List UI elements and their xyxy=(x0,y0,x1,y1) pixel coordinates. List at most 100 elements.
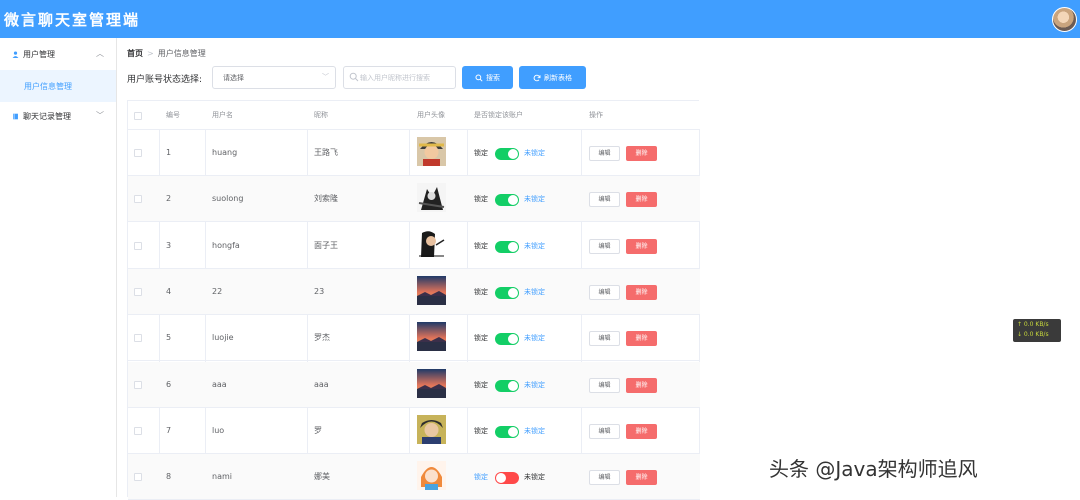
row-checkbox[interactable] xyxy=(134,426,142,435)
search-button[interactable]: 搜索 xyxy=(462,66,513,89)
lock-toggle[interactable] xyxy=(495,148,519,160)
lock-toggle[interactable] xyxy=(495,286,519,299)
status-select[interactable]: 请选择 ﹀ xyxy=(212,66,336,89)
cell-id: 3 xyxy=(166,240,172,250)
table-header: 编号 用户名 昵称 用户头像 是否锁定该账户 操作 xyxy=(128,101,700,130)
cell-nickname: 罗 xyxy=(314,425,322,435)
unlock-label: 未锁定 xyxy=(524,334,545,343)
app-title: 微言聊天室管理端 xyxy=(4,11,141,29)
book-icon xyxy=(13,113,18,120)
cell-nickname: 王路飞 xyxy=(314,148,338,157)
download-speed: ↓ 0.0 KB/s xyxy=(1017,331,1049,338)
user-table: 编号 用户名 昵称 用户头像 是否锁定该账户 操作 1 huang 王路飞 锁定 未锁定… xyxy=(127,100,700,500)
delete-button[interactable]: 删除 xyxy=(626,192,657,208)
lock-toggle[interactable] xyxy=(495,194,519,207)
edit-button[interactable]: 编辑 xyxy=(589,192,620,208)
sidebar-item-user-info-label: 用户信息管理 xyxy=(24,82,72,91)
toggle-knob xyxy=(508,426,518,437)
edit-button[interactable]: 编辑 xyxy=(589,284,620,300)
cell-nickname: 23 xyxy=(314,286,325,296)
status-filter-label: 用户账号状态选择: xyxy=(127,75,203,85)
search-input[interactable] xyxy=(360,70,454,85)
column-header-id: 编号 xyxy=(166,111,180,119)
user-avatar[interactable] xyxy=(1052,7,1077,32)
delete-button[interactable]: 删除 xyxy=(626,470,657,486)
row-checkbox[interactable] xyxy=(134,334,142,343)
top-header: 微言聊天室管理端 xyxy=(0,0,1080,38)
row-checkbox[interactable] xyxy=(134,195,142,204)
row-checkbox[interactable] xyxy=(134,473,142,482)
lock-toggle[interactable] xyxy=(495,472,519,485)
edit-button[interactable]: 编辑 xyxy=(589,331,620,347)
select-all-checkbox[interactable] xyxy=(134,112,142,120)
delete-button[interactable]: 删除 xyxy=(626,284,657,300)
lock-toggle[interactable] xyxy=(495,240,519,253)
breadcrumb: 首页 > 用户信息管理 xyxy=(127,48,206,59)
edit-button[interactable]: 编辑 xyxy=(589,238,620,254)
delete-button[interactable]: 删除 xyxy=(626,146,657,161)
edit-button[interactable]: 编辑 xyxy=(589,470,620,486)
status-select-value: 请选择 xyxy=(223,74,244,82)
cell-nickname: aaa xyxy=(314,379,329,389)
table-row: 7 luo 罗 锁定 未锁定 编辑 删除 xyxy=(128,408,700,454)
unlock-label: 未锁定 xyxy=(524,195,545,204)
delete-button[interactable]: 删除 xyxy=(626,377,657,393)
user-icon xyxy=(12,51,19,58)
cell-id: 2 xyxy=(166,194,172,204)
menu-chat-records[interactable]: 聊天记录管理 ﹀ xyxy=(0,102,116,132)
cell-id: 1 xyxy=(166,148,172,157)
cell-username: luo xyxy=(212,425,225,435)
unlock-label: 未锁定 xyxy=(524,149,545,157)
delete-button[interactable]: 删除 xyxy=(626,423,657,439)
lock-label: 锁定 xyxy=(474,287,488,296)
cell-username: suolong xyxy=(212,194,244,204)
breadcrumb-current: 用户信息管理 xyxy=(157,49,206,58)
watermark: 头条 @Java架构师追风 xyxy=(769,457,978,481)
toggle-knob xyxy=(508,334,518,345)
search-field[interactable] xyxy=(343,66,456,89)
cell-username: 22 xyxy=(212,286,223,296)
table-row: 8 nami 娜美 锁定 未锁定 编辑 删除 xyxy=(128,454,700,500)
lock-toggle[interactable] xyxy=(495,425,519,438)
table-row: 2 suolong 刘索隆 锁定 未锁定 编辑 删除 xyxy=(128,176,700,223)
column-header-username: 用户名 xyxy=(212,111,233,119)
breadcrumb-home[interactable]: 首页 xyxy=(127,49,143,58)
cell-id: 4 xyxy=(166,286,172,296)
sunset-avatar xyxy=(417,322,446,352)
cell-username: huang xyxy=(212,148,238,157)
cell-id: 7 xyxy=(166,425,172,435)
unlock-label: 未锁定 xyxy=(524,426,545,435)
lock-toggle[interactable] xyxy=(495,379,519,392)
row-checkbox[interactable] xyxy=(134,380,142,389)
network-speed-widget: ↑ 0.0 KB/s ↓ 0.0 KB/s xyxy=(1013,319,1061,342)
chevron-up-icon: ︿ xyxy=(96,49,104,58)
refresh-table-button[interactable]: 刷新表格 xyxy=(519,66,586,89)
table-row: 3 hongfa 面子王 锁定 未锁定 编辑 删除 xyxy=(128,223,700,269)
toggle-knob xyxy=(508,195,518,206)
table-row: 1 huang 王路飞 锁定 未锁定 编辑 删除 xyxy=(128,130,700,176)
upload-speed: ↑ 0.0 KB/s xyxy=(1017,321,1049,328)
sidebar-item-user-info[interactable]: 用户信息管理 xyxy=(0,70,116,102)
unlock-label: 未锁定 xyxy=(524,241,545,250)
cell-nickname: 刘索隆 xyxy=(314,194,338,204)
lock-label: 锁定 xyxy=(474,473,488,482)
cell-id: 8 xyxy=(166,472,172,482)
table-row: 4 22 23 锁定 未锁定 编辑 删除 xyxy=(128,268,700,315)
delete-button[interactable]: 删除 xyxy=(626,331,657,347)
edit-button[interactable]: 编辑 xyxy=(589,377,620,393)
row-checkbox[interactable] xyxy=(134,287,142,296)
edit-button[interactable]: 编辑 xyxy=(589,423,620,439)
toggle-knob xyxy=(508,149,518,159)
table-row: 5 luojie 罗杰 锁定 未锁定 编辑 删除 xyxy=(128,315,700,362)
row-checkbox[interactable] xyxy=(134,149,142,157)
breadcrumb-separator: > xyxy=(147,49,154,58)
cell-username: nami xyxy=(212,472,232,482)
menu-user-management[interactable]: 用户管理 ︿ xyxy=(0,40,116,70)
anime-avatar-3 xyxy=(417,229,446,259)
row-checkbox[interactable] xyxy=(134,241,142,250)
refresh-button-label: 刷新表格 xyxy=(544,73,572,82)
edit-button[interactable]: 编辑 xyxy=(589,146,620,161)
lock-label: 锁定 xyxy=(474,426,488,435)
delete-button[interactable]: 删除 xyxy=(626,238,657,254)
lock-toggle[interactable] xyxy=(495,333,519,346)
